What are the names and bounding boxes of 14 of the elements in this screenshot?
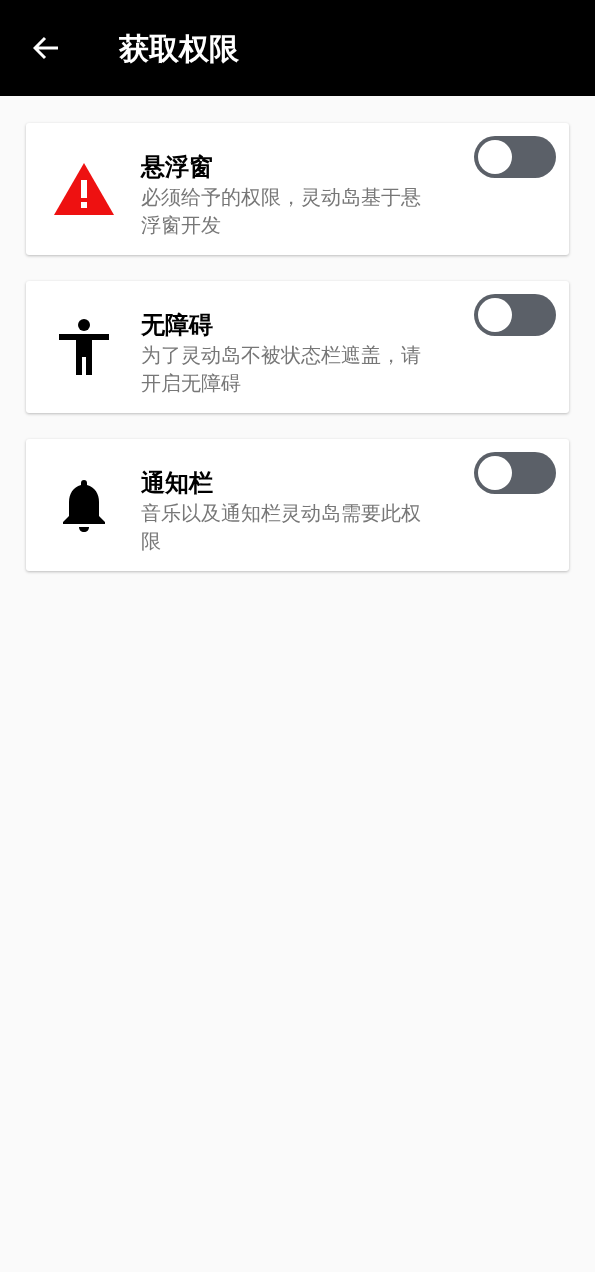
permission-title: 无障碍 [141, 310, 214, 341]
permission-description: 为了灵动岛不被状态栏遮盖，请开启无障碍 [141, 342, 422, 397]
permission-description: 音乐以及通知栏灵动岛需要此权限 [141, 500, 422, 555]
permission-title: 悬浮窗 [141, 152, 214, 183]
toggle-switch[interactable] [474, 294, 556, 336]
permission-description: 必须给予的权限，灵动岛基于悬浮窗开发 [141, 184, 422, 239]
bell-icon [61, 478, 106, 532]
page-title: 获取权限 [119, 29, 239, 68]
back-arrow-icon[interactable] [33, 36, 59, 60]
person-icon [58, 319, 109, 375]
permission-title: 通知栏 [141, 468, 214, 499]
warning-icon [53, 163, 114, 215]
toggle-switch[interactable] [474, 452, 556, 494]
toggle-switch[interactable] [474, 136, 556, 178]
